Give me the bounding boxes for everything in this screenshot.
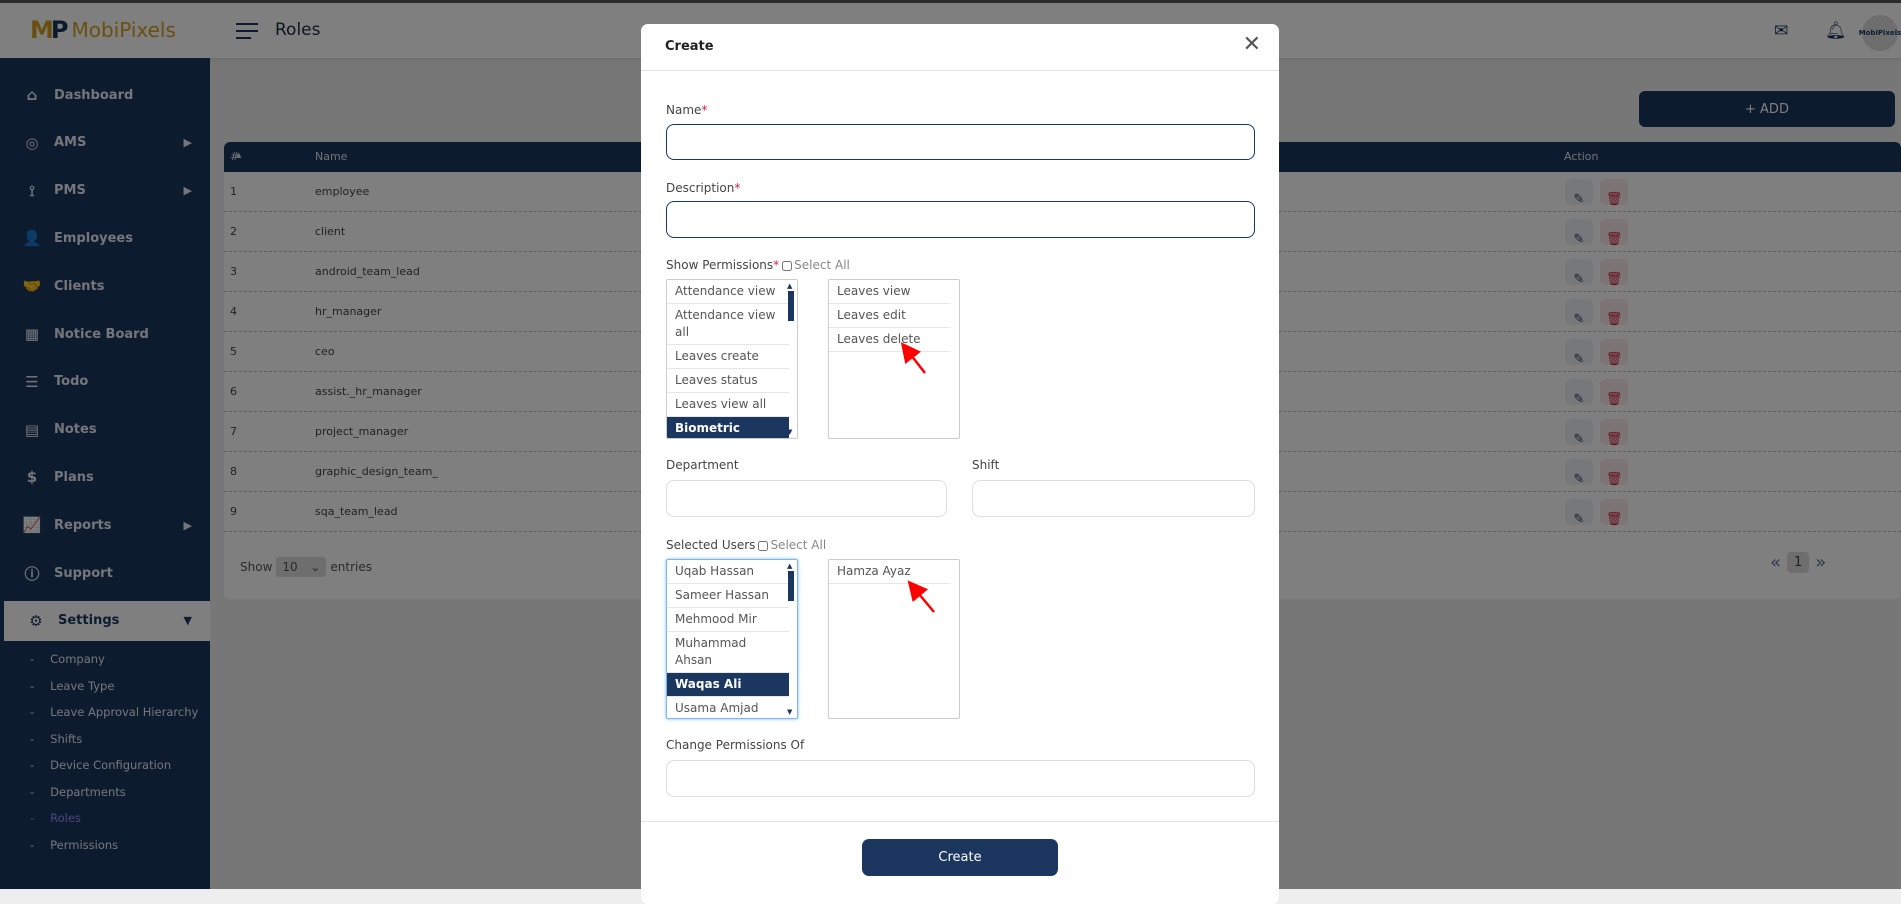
red-arrow-icon	[907, 580, 935, 613]
red-arrow-icon	[900, 342, 926, 374]
create-role-modal: Create ✕ Name* Description* Show Permiss…	[641, 24, 1279, 904]
create-button[interactable]: Create	[862, 839, 1058, 876]
annotation-arrows	[900, 342, 935, 613]
